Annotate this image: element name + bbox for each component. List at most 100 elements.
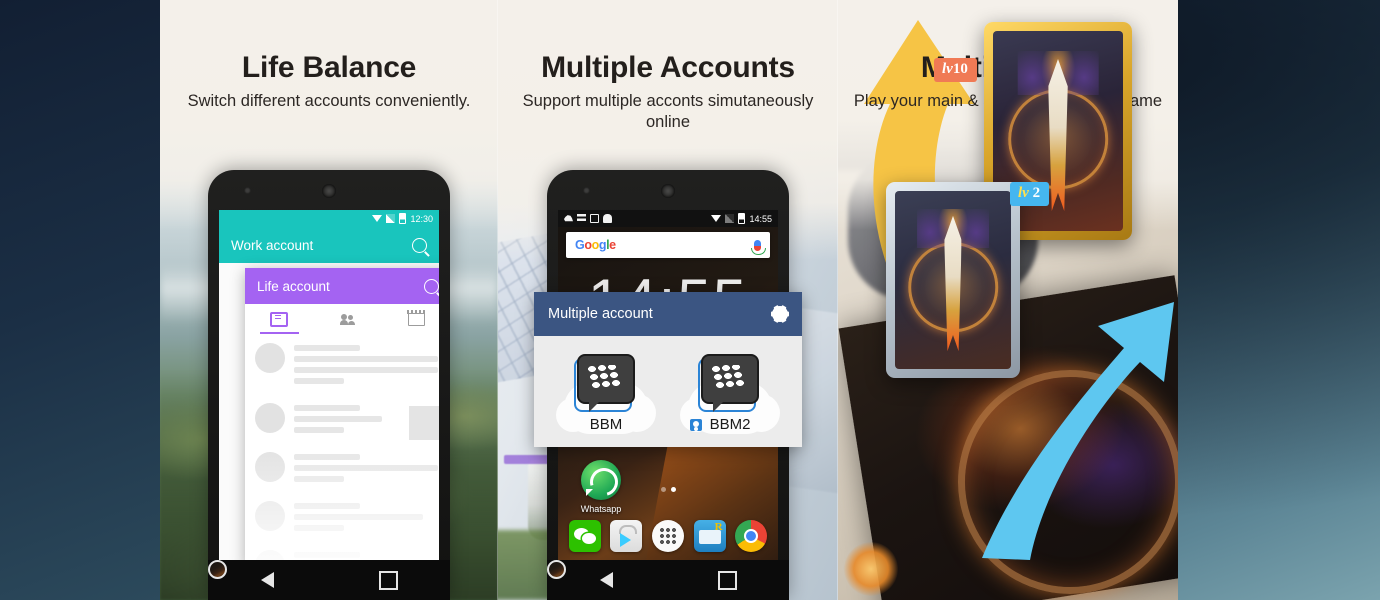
panel-subtitle: Switch different accounts conveniently.: [187, 91, 471, 110]
work-account-appbar[interactable]: Work account: [219, 227, 439, 263]
status-bar-left: [564, 214, 707, 223]
bbm-dots: [712, 365, 748, 391]
proximity-sensor-icon: [583, 187, 590, 194]
user-badge-icon: [690, 419, 702, 431]
panel-life-balance: Life Balance Switch different accounts c…: [160, 0, 498, 600]
avatar: [255, 403, 285, 433]
panel-heading-group: Multiple Accounts Support multiple accon…: [498, 52, 838, 133]
chrome-icon[interactable]: [735, 520, 768, 552]
chat-list[interactable]: [245, 334, 439, 560]
panel-multiple-fun: Multiple Fun Play your main & alt accoun…: [838, 0, 1178, 600]
gear-icon[interactable]: [772, 304, 788, 324]
list-item-lines: [294, 343, 439, 389]
dialog-title: Multiple account: [548, 306, 653, 322]
home-dock[interactable]: [558, 520, 778, 552]
wechat-icon[interactable]: [568, 520, 601, 552]
status-bar: 12:30: [219, 210, 439, 227]
battery-icon: [399, 213, 407, 224]
phone-bezel-top: [547, 170, 789, 210]
android-nav-bar[interactable]: [208, 560, 450, 600]
earpiece-speaker-icon: [661, 184, 675, 198]
level-badge-10: lv10: [934, 58, 977, 82]
multiple-account-dialog[interactable]: Multiple account BBM BBM2: [534, 292, 802, 447]
firework-decoration: [844, 542, 898, 596]
placeholder-line: [294, 367, 439, 373]
bbm-icon: [701, 354, 759, 412]
dialog-app-label: BBM: [589, 416, 623, 433]
home-button[interactable]: [547, 560, 566, 579]
tab-chats[interactable]: [245, 304, 314, 334]
google-search-widget[interactable]: Google: [566, 232, 770, 258]
recents-button[interactable]: [378, 570, 398, 590]
tab-contacts[interactable]: [314, 304, 383, 334]
feature-panels: Life Balance Switch different accounts c…: [160, 0, 1178, 600]
bbm-dots: [588, 365, 624, 391]
level-value: 10: [952, 61, 968, 77]
level-label: lv: [1018, 185, 1029, 201]
panel-heading-group: Life Balance Switch different accounts c…: [160, 52, 498, 112]
panel-title: Multiple Accounts: [541, 51, 795, 84]
level-value: 2: [1032, 185, 1041, 201]
phone-bezel-top: [208, 170, 450, 210]
sync-icon: [577, 214, 586, 223]
back-button[interactable]: [260, 572, 274, 588]
home-button[interactable]: [208, 560, 227, 579]
life-account-window[interactable]: Life account: [245, 268, 439, 560]
bbm-icon: [577, 354, 635, 412]
placeholder-line: [294, 405, 361, 411]
life-account-appbar[interactable]: Life account: [245, 268, 439, 304]
microphone-icon[interactable]: [751, 239, 766, 255]
shop-icon: [407, 309, 427, 326]
play-store-icon[interactable]: [610, 520, 643, 552]
android-icon: [603, 214, 612, 223]
root-explorer-icon[interactable]: [693, 520, 726, 552]
work-account-title: Work account: [231, 237, 314, 253]
list-item[interactable]: [245, 394, 439, 443]
chat-icon: [270, 311, 289, 327]
placeholder-line: [294, 378, 344, 384]
level-badge-2: lv 2: [1010, 182, 1050, 206]
promo-banner: Life Balance Switch different accounts c…: [0, 0, 1380, 600]
panel-divider-2: [837, 0, 838, 600]
home-app-label: Whatsapp: [580, 504, 622, 514]
whatsapp-icon: [581, 460, 621, 500]
android-nav-bar[interactable]: [547, 560, 789, 600]
card-sword: [1048, 59, 1068, 211]
phone-mockup: 12:30 Work account Life account: [208, 170, 450, 600]
app-drawer-icon[interactable]: [651, 520, 684, 552]
page-dot-active[interactable]: [670, 487, 676, 492]
card-artwork: [895, 191, 1011, 369]
attachment-thumbnail: [409, 406, 439, 440]
game-card-silver[interactable]: [886, 182, 1020, 378]
dialog-app-bbm[interactable]: BBM: [556, 354, 656, 434]
dialog-body: BBM BBM2: [534, 336, 802, 447]
status-bar: 14:55: [558, 210, 778, 227]
battery-icon: [738, 213, 746, 224]
recents-button[interactable]: [717, 570, 737, 590]
wifi-icon: [372, 215, 383, 222]
list-item[interactable]: [245, 334, 439, 394]
panel-divider-1: [497, 0, 498, 600]
status-bar-clock: 12:30: [410, 213, 433, 224]
dialog-header: Multiple account: [534, 292, 802, 336]
tab-bar[interactable]: [245, 304, 439, 335]
life-account-title: Life account: [257, 278, 330, 294]
phone-screen: 12:30 Work account Life account: [219, 210, 439, 560]
search-icon[interactable]: [424, 278, 439, 294]
back-button[interactable]: [599, 572, 613, 588]
avatar: [255, 343, 285, 373]
list-fade-overlay: [245, 446, 439, 560]
status-bar-clock: 14:55: [749, 213, 772, 224]
tab-shop[interactable]: [382, 304, 439, 334]
placeholder-line: [294, 416, 383, 422]
wifi-icon: [711, 215, 722, 222]
work-account-app: 12:30 Work account Life account: [219, 210, 439, 560]
sim-icon: [725, 214, 735, 223]
page-dot[interactable]: [660, 487, 666, 492]
level-label: lv: [942, 61, 953, 77]
earpiece-speaker-icon: [322, 184, 336, 198]
dialog-app-bbm2[interactable]: BBM2: [680, 354, 780, 434]
page-indicator: [558, 487, 778, 492]
card-sword: [944, 215, 962, 352]
search-icon[interactable]: [412, 237, 427, 253]
